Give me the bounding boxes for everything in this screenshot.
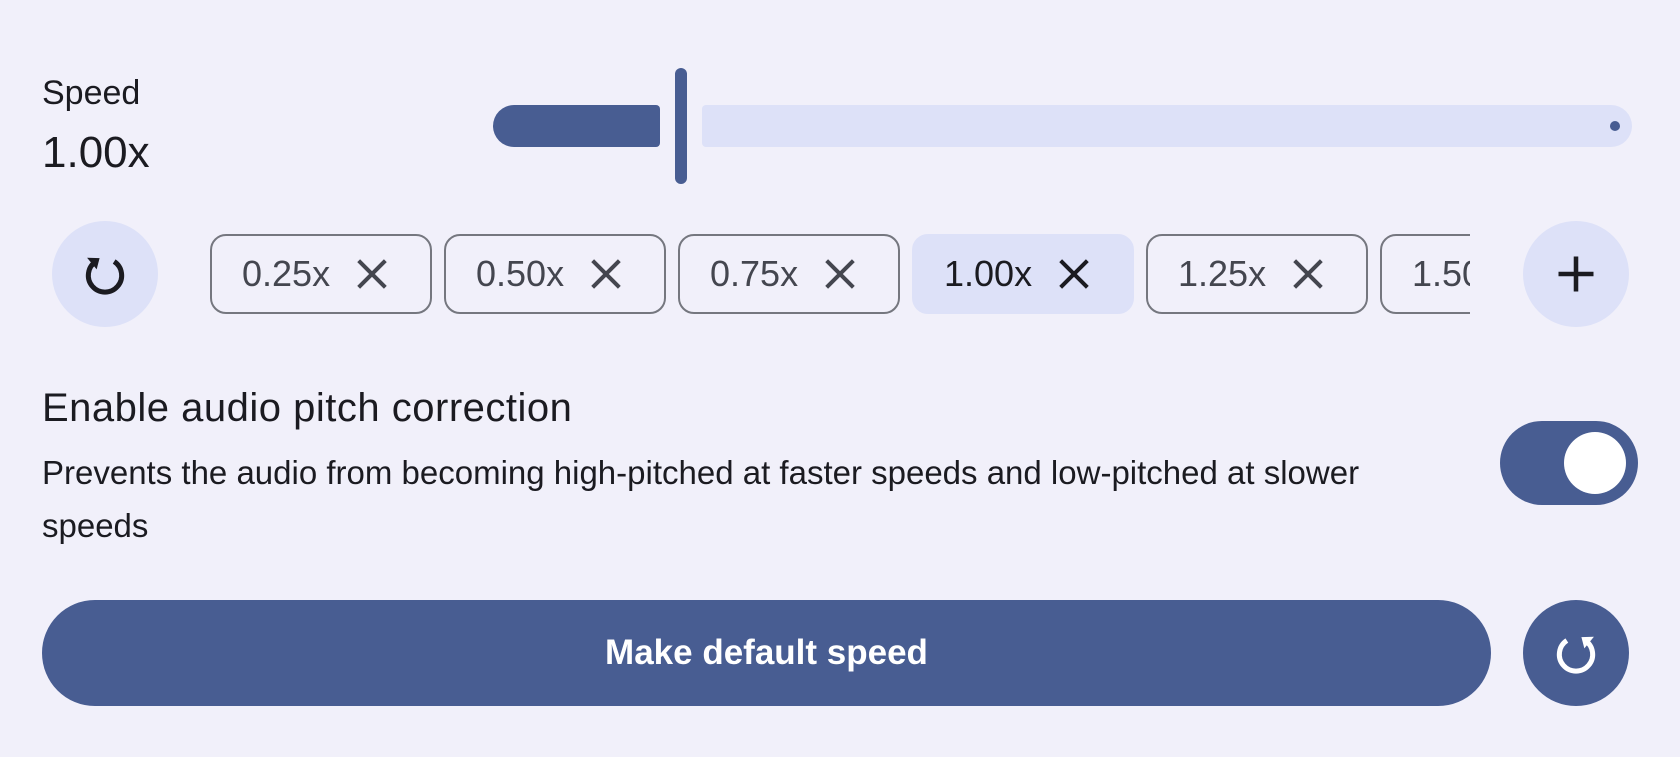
reset-icon <box>85 257 125 295</box>
reset-speed-button[interactable] <box>52 221 158 327</box>
speed-chip-label: 1.00x <box>944 253 1033 294</box>
slider-handle[interactable] <box>675 68 687 184</box>
speed-chip[interactable]: 0.25x <box>210 234 432 314</box>
speed-chip[interactable]: 1.00x <box>912 234 1134 314</box>
close-icon[interactable] <box>1052 252 1096 296</box>
slider-inactive-track <box>702 105 1632 147</box>
speed-chip[interactable]: 0.75x <box>678 234 900 314</box>
pitch-correction-description: Prevents the audio from becoming high-pi… <box>42 454 1360 544</box>
speed-chip-label: 1.25x <box>1178 253 1267 294</box>
speed-chip[interactable]: 0.50x <box>444 234 666 314</box>
speed-label: Speed <box>42 74 141 112</box>
make-default-speed-button[interactable]: Make default speed <box>42 600 1491 706</box>
pitch-correction-switch[interactable] <box>1500 421 1638 505</box>
add-speed-button[interactable] <box>1523 221 1629 327</box>
close-icon[interactable] <box>584 252 628 296</box>
reset-default-speed-button[interactable] <box>1523 600 1629 706</box>
plus-icon <box>1558 256 1594 292</box>
speed-chip-list[interactable]: 0.25x 0.50x 0.75x 1.00x 1.25x 1.50x <box>210 231 1470 317</box>
close-icon[interactable] <box>350 252 394 296</box>
speed-chip[interactable]: 1.50x <box>1380 234 1470 314</box>
pitch-correction-title: Enable audio pitch correction <box>42 386 573 430</box>
speed-chip-label: 0.25x <box>242 253 331 294</box>
speed-slider[interactable] <box>490 66 1634 186</box>
switch-thumb <box>1564 432 1626 494</box>
speed-chip-label: 1.50x <box>1412 253 1470 294</box>
close-icon[interactable] <box>818 252 862 296</box>
slider-active-track <box>493 105 660 147</box>
speed-value: 1.00x <box>42 128 150 177</box>
speed-chip-label: 0.50x <box>476 253 565 294</box>
slider-stop-indicator <box>1610 121 1620 131</box>
reset-icon <box>1556 636 1596 674</box>
speed-chip[interactable]: 1.25x <box>1146 234 1368 314</box>
close-icon[interactable] <box>1286 252 1330 296</box>
speed-chip-label: 0.75x <box>710 253 799 294</box>
